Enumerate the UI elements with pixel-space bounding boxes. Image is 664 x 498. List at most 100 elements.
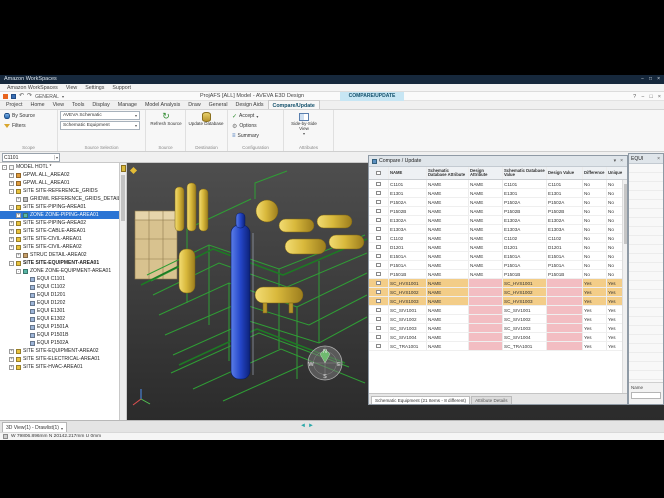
ribbon-tab[interactable]: Tools	[68, 100, 88, 109]
view-compass[interactable]: N E S W	[308, 346, 342, 380]
tree-item[interactable]: - ZONE ZONE-EQUIPMENT-AREA01	[0, 267, 119, 275]
panel-close-icon[interactable]: ×	[619, 158, 624, 164]
table-row[interactable]: SC_SIV1002 NAME SC_SIV1002 Yes Yes	[369, 315, 627, 324]
chevron-down-icon[interactable]: ▾	[62, 94, 64, 99]
table-row[interactable]: SC_SIV1004 NAME SC_SIV1004 Yes Yes	[369, 333, 627, 342]
accept-checkbox[interactable]	[376, 290, 381, 295]
tree-item[interactable]: - SITE SITE-EQUIPMENT-AREA01	[0, 259, 119, 267]
tab-attribute-details[interactable]: Attribute Details	[471, 396, 511, 404]
filters-button[interactable]: Filters	[2, 121, 55, 131]
accept-checkbox[interactable]	[376, 200, 381, 205]
tree-item[interactable]: EQUI D1201	[0, 291, 119, 299]
tree-item[interactable]: + SITE SITE-PIPING-AREA02	[0, 219, 119, 227]
tree-item[interactable]: + SITE SITE-HVAC-AREA01	[0, 363, 119, 371]
compare-panel-header[interactable]: Compare / Update ▾ ×	[369, 156, 627, 167]
tree-expander[interactable]: -	[2, 165, 7, 170]
accept-checkbox[interactable]	[376, 335, 381, 340]
tree-item[interactable]: + SITE SITE-CIVIL-AREA01	[0, 235, 119, 243]
ribbon-tab[interactable]: View	[49, 100, 68, 109]
tree-item[interactable]: + ZONE ZONE-PIPING-AREA01	[0, 211, 119, 219]
table-row[interactable]: SC_HVS1002 NAME SC_HVS1002 Yes Yes	[369, 288, 627, 297]
accept-checkbox[interactable]	[376, 281, 381, 286]
accept-checkbox[interactable]	[376, 326, 381, 331]
chevron-down-icon[interactable]: ▾	[54, 155, 59, 160]
save-icon[interactable]	[11, 94, 16, 99]
maximize-icon[interactable]: □	[649, 94, 652, 100]
tree-expander[interactable]: +	[16, 213, 21, 218]
ribbon-tab[interactable]: Draw	[184, 100, 204, 109]
table-row[interactable]: E1302A NAME NAME E1302A E1302A No No	[369, 216, 627, 225]
ribbon-tab[interactable]: Display	[88, 100, 113, 109]
column-header[interactable]: Difference	[583, 167, 607, 179]
contextual-tab-header[interactable]: COMPARE/UPDATE	[340, 92, 404, 101]
accept-button[interactable]: ✓ Accept ▾	[230, 111, 281, 121]
tree-expander[interactable]: +	[9, 229, 14, 234]
column-header[interactable]: NAME	[389, 167, 427, 179]
accept-checkbox[interactable]	[376, 227, 381, 232]
tree-item[interactable]: EQUI P1501A	[0, 323, 119, 331]
table-row[interactable]: P1502B NAME NAME P1502B P1502B No No	[369, 207, 627, 216]
ribbon-tab[interactable]: Project	[2, 100, 27, 109]
redo-icon[interactable]: ↷	[27, 93, 32, 100]
accept-all-checkbox[interactable]	[376, 171, 381, 176]
tree-item[interactable]: - MODEL HOTL *	[0, 163, 119, 171]
table-row[interactable]: C1102 NAME NAME C1102 C1102 No No	[369, 234, 627, 243]
minimize-icon[interactable]: −	[641, 94, 644, 100]
tree-item[interactable]: + SITE SITE-CIVIL-AREA02	[0, 243, 119, 251]
table-row[interactable]: SC_HVS1001 NAME SC_HVS1001 Yes Yes	[369, 279, 627, 288]
column-header[interactable]: Design Value	[547, 167, 583, 179]
minimize-icon[interactable]: −	[641, 75, 644, 84]
compare-table-header[interactable]: NAME Schematic Database Attribute Design…	[369, 167, 627, 180]
table-row[interactable]: P1502A NAME NAME P1502A P1502A No No	[369, 198, 627, 207]
panel-menu-icon[interactable]: ▾	[613, 158, 618, 164]
table-row[interactable]: E1303A NAME NAME E1303A E1303A No No	[369, 225, 627, 234]
menu-item[interactable]: View	[62, 85, 81, 91]
ribbon-tab[interactable]: Manage	[114, 100, 141, 109]
accept-checkbox[interactable]	[376, 209, 381, 214]
ribbon-tab[interactable]: Compare/Update	[268, 100, 320, 109]
table-row[interactable]: P1501A NAME NAME P1501A P1501A No No	[369, 261, 627, 270]
accept-checkbox[interactable]	[376, 344, 381, 349]
ribbon-tab[interactable]: Design Aids	[232, 100, 268, 109]
workspaces-titlebar[interactable]: Amazon WorkSpaces − □ ×	[0, 75, 664, 84]
accept-checkbox[interactable]	[376, 299, 381, 304]
tree-expander[interactable]: +	[16, 197, 21, 202]
menu-item[interactable]: Settings	[81, 85, 108, 91]
table-row[interactable]: SC_SIV1003 NAME SC_SIV1003 Yes Yes	[369, 324, 627, 333]
table-row[interactable]: E1501A NAME NAME E1501A E1501A No No	[369, 252, 627, 261]
accept-checkbox[interactable]	[376, 218, 381, 223]
name-field-input[interactable]	[631, 392, 661, 399]
tree-item[interactable]: EQUI P1502A	[0, 339, 119, 347]
tree-item[interactable]: + GPWL ALL_AREA02	[0, 171, 119, 179]
table-scrollbar[interactable]	[622, 180, 627, 393]
scrollbar-thumb[interactable]	[624, 184, 628, 244]
menu-item[interactable]: Amazon WorkSpaces	[3, 85, 62, 91]
column-header[interactable]: Schematic Database Attribute	[427, 167, 469, 179]
accept-checkbox[interactable]	[376, 308, 381, 313]
accept-checkbox[interactable]	[376, 263, 381, 268]
tree-expander[interactable]: +	[9, 357, 14, 362]
ribbon-tab[interactable]: Home	[27, 100, 49, 109]
source-type-dropdown[interactable]: AVEVA Schematic ▾	[60, 111, 140, 120]
tree-item[interactable]: - SITE SITE-PIPING-AREA01	[0, 203, 119, 211]
menu-item[interactable]: Support	[108, 85, 135, 91]
tree-item[interactable]: EQUI E1301	[0, 307, 119, 315]
tree-expander[interactable]: +	[9, 245, 14, 250]
tree-item[interactable]: EQUI C1101	[0, 275, 119, 283]
quick-access-label[interactable]: GENERAL	[35, 94, 59, 100]
tree-item[interactable]: + SITE SITE-ELECTRICAL-AREA01	[0, 355, 119, 363]
accept-checkbox[interactable]	[376, 236, 381, 241]
tree-expander[interactable]: -	[9, 205, 14, 210]
table-row[interactable]: P1501B NAME NAME P1501B P1501B No No	[369, 270, 627, 279]
column-header[interactable]: Design Attribute	[469, 167, 503, 179]
help-icon[interactable]: ?	[633, 94, 636, 100]
tree-item[interactable]: - SITE SITE-REFERENCE_GRIDS	[0, 187, 119, 195]
tree-item[interactable]: EQUI D1202	[0, 299, 119, 307]
equi-panel-header[interactable]: EQUI ×	[629, 154, 663, 164]
panel-close-icon[interactable]: ×	[656, 156, 661, 162]
name-search-input[interactable]	[3, 155, 54, 161]
summary-button[interactable]: ≡ Summary	[230, 131, 281, 141]
table-row[interactable]: SC_HVS1003 NAME SC_HVS1003 Yes Yes	[369, 297, 627, 306]
tree-expander[interactable]: -	[9, 189, 14, 194]
table-row[interactable]: E1301 NAME NAME E1301 E1301 No No	[369, 189, 627, 198]
